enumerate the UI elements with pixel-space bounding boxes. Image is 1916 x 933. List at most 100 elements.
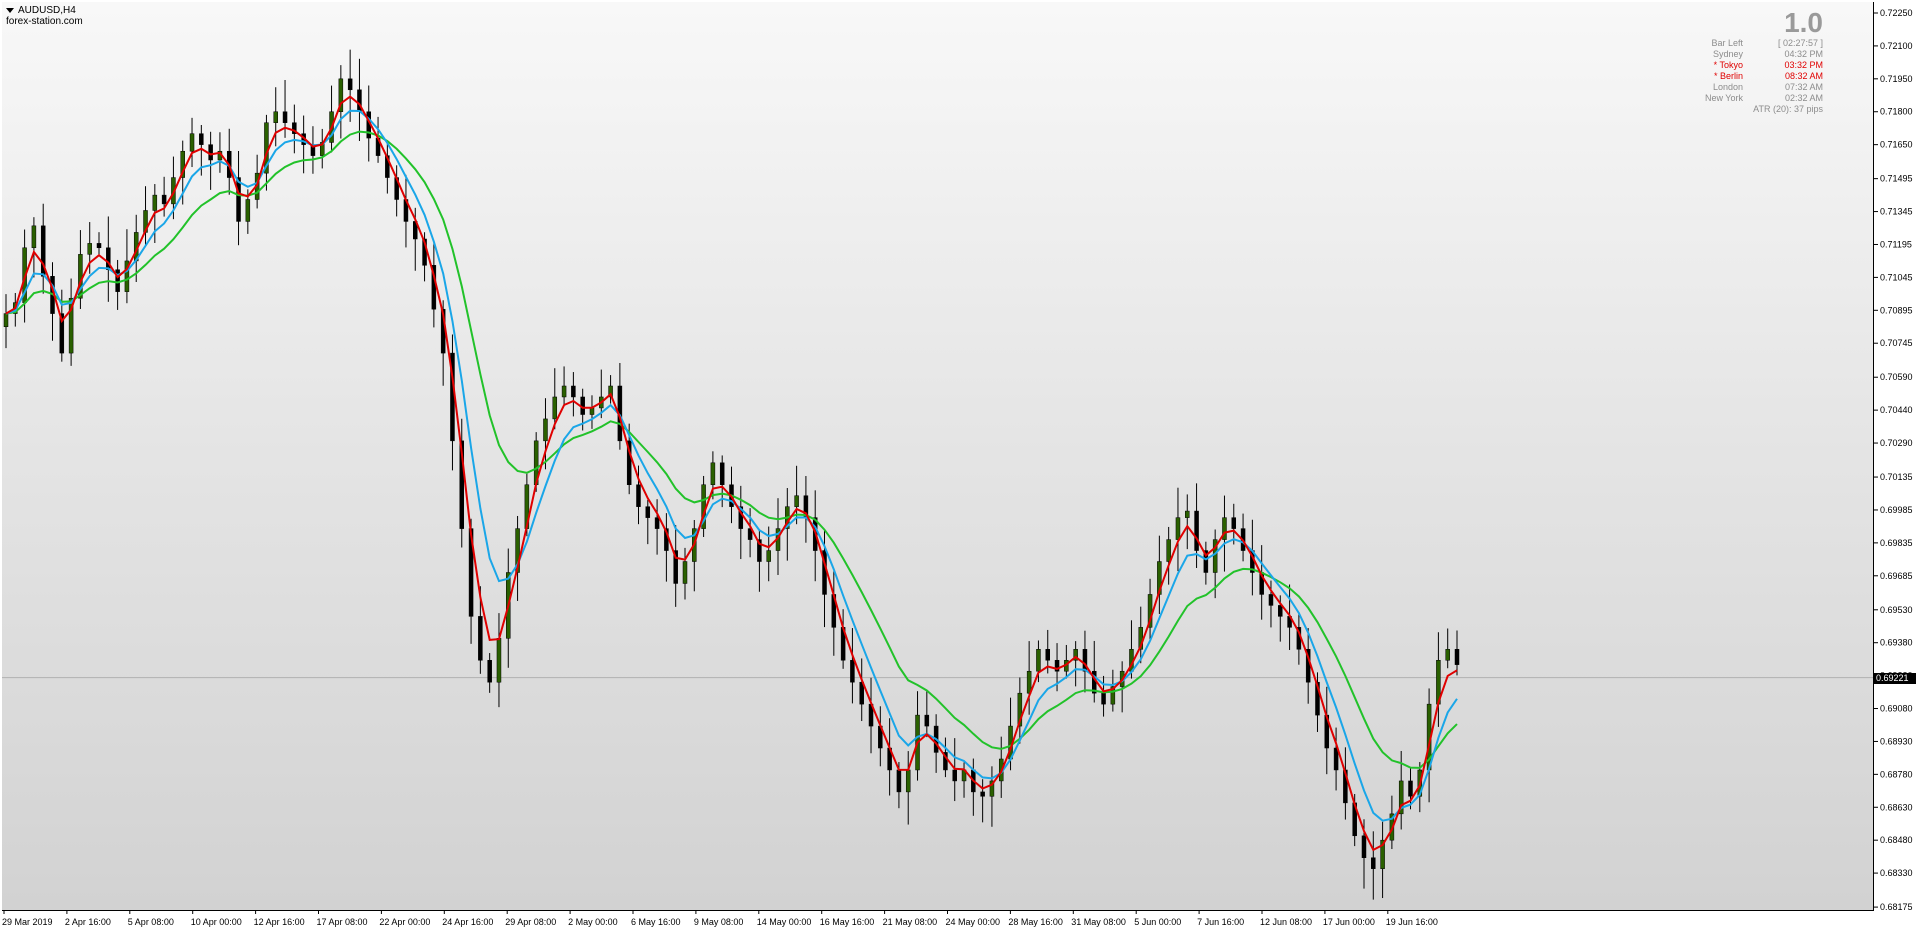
candle-body	[3, 313, 9, 328]
candle-body	[1166, 539, 1171, 562]
candle-body	[952, 769, 957, 782]
y-tick-label: 0.70590	[1880, 372, 1913, 382]
candle-body	[1371, 857, 1376, 869]
candle-body	[794, 495, 799, 507]
candle-body	[980, 791, 985, 797]
candle-body	[924, 714, 930, 727]
y-tick-label: 0.71800	[1880, 107, 1913, 117]
y-tick-label: 0.71345	[1880, 207, 1913, 217]
y-tick-label: 0.68630	[1880, 802, 1913, 812]
candle-body	[552, 396, 558, 420]
candle-body	[189, 133, 195, 152]
y-tick-label: 0.69985	[1880, 505, 1913, 515]
y-tick-label: 0.71650	[1880, 140, 1913, 150]
y-tick-label: 0.68480	[1880, 835, 1913, 845]
x-tick-label: 24 Apr 16:00	[442, 917, 493, 927]
candle-body	[199, 133, 204, 145]
candle-body	[1454, 649, 1460, 665]
x-tick-label: 19 Jun 16:00	[1386, 917, 1438, 927]
y-tick-label: 0.69080	[1880, 704, 1913, 714]
candle-body	[571, 385, 576, 398]
y-tick-label: 0.71045	[1880, 272, 1913, 282]
y-tick-label: 0.70135	[1880, 472, 1913, 482]
candle-body	[161, 194, 167, 205]
candle-body	[87, 243, 92, 255]
y-tick-label: 0.68780	[1880, 769, 1913, 779]
candle-body	[282, 111, 288, 123]
candle-body	[636, 484, 641, 507]
chart-window: AUDUSD,H4 forex-station.com 1.0 Bar Left…	[0, 0, 1916, 933]
x-tick-label: 7 Jun 16:00	[1197, 917, 1244, 927]
y-tick-label: 0.72250	[1880, 8, 1913, 18]
x-tick-label: 6 May 16:00	[631, 917, 681, 927]
candle-body	[152, 194, 158, 211]
candle-body	[1101, 692, 1106, 705]
x-tick-label: 21 May 08:00	[883, 917, 938, 927]
candle-body	[905, 769, 911, 793]
y-tick-label: 0.68330	[1880, 868, 1913, 878]
chart-svg: 0.72250 0.72100 0.71950 0.71800 0.71650 0.714…	[2, 8, 1913, 927]
y-tick-label: 0.68930	[1880, 736, 1913, 746]
candle-body	[719, 462, 725, 485]
y-tick-label: 0.71195	[1880, 239, 1912, 249]
candle-body	[896, 769, 902, 793]
y-tick-label: 0.70745	[1880, 338, 1913, 348]
y-tick-label: 0.69380	[1880, 638, 1913, 648]
y-tick-label: 0.71950	[1880, 74, 1913, 84]
candle-body	[1278, 605, 1283, 617]
candle-body	[850, 660, 855, 683]
candle-body	[682, 561, 688, 584]
ma-line-green	[5, 130, 1458, 769]
y-tick-label: 0.69530	[1880, 605, 1913, 615]
y-tick-label: 0.72100	[1880, 41, 1913, 51]
candle-body	[496, 638, 502, 683]
x-tick-label: 16 May 16:00	[820, 917, 875, 927]
candle-body	[478, 616, 483, 661]
x-tick-label: 28 May 16:00	[1008, 917, 1063, 927]
candle-body	[487, 660, 492, 683]
ma-line-blue	[5, 109, 1458, 822]
candle-body	[1194, 510, 1199, 551]
x-tick-label: 9 May 08:00	[694, 917, 744, 927]
candle-body	[710, 462, 716, 485]
y-tick-label: 0.70290	[1880, 438, 1913, 448]
candle-body	[245, 199, 251, 222]
candle-body	[1231, 517, 1237, 529]
x-tick-label: 31 May 08:00	[1071, 917, 1126, 927]
candle-body	[31, 225, 37, 249]
y-tick-label: 0.68175	[1880, 902, 1913, 912]
y-tick-label: 0.69685	[1880, 571, 1913, 581]
candle-body	[543, 418, 548, 442]
candle-body	[1408, 780, 1413, 797]
candle-body	[1361, 835, 1367, 858]
candle-body	[654, 517, 660, 529]
x-tick-label: 12 Jun 08:00	[1260, 917, 1312, 927]
x-tick-label: 17 Jun 00:00	[1323, 917, 1375, 927]
y-tick-label: 0.69835	[1880, 538, 1913, 548]
candle-body	[1045, 649, 1050, 661]
x-tick-label: 29 Mar 2019	[2, 917, 53, 927]
candle-body	[1268, 594, 1274, 606]
y-tick-label: 0.71495	[1880, 174, 1913, 184]
candle-body	[561, 385, 567, 398]
candle-body	[1333, 747, 1339, 771]
candle-body	[766, 550, 771, 562]
x-tick-label: 29 Apr 08:00	[505, 917, 556, 927]
x-tick-label: 5 Jun 00:00	[1134, 917, 1181, 927]
y-tick-label: 0.70440	[1880, 405, 1913, 415]
candle-body	[1445, 649, 1450, 661]
x-tick-label: 10 Apr 00:00	[191, 917, 242, 927]
candle-body	[1036, 649, 1041, 672]
x-tick-label: 17 Apr 08:00	[317, 917, 368, 927]
x-tick-label: 22 Apr 00:00	[379, 917, 430, 927]
x-tick-label: 2 Apr 16:00	[65, 917, 111, 927]
candle-body	[347, 78, 353, 91]
candle-body	[645, 506, 651, 518]
candle-body	[96, 243, 102, 249]
x-tick-label: 24 May 00:00	[946, 917, 1001, 927]
candle-body	[589, 407, 595, 415]
x-tick-label: 14 May 00:00	[757, 917, 812, 927]
y-tick-label: 0.70895	[1880, 305, 1913, 315]
candle-body	[273, 111, 278, 123]
candle-body	[208, 144, 213, 161]
